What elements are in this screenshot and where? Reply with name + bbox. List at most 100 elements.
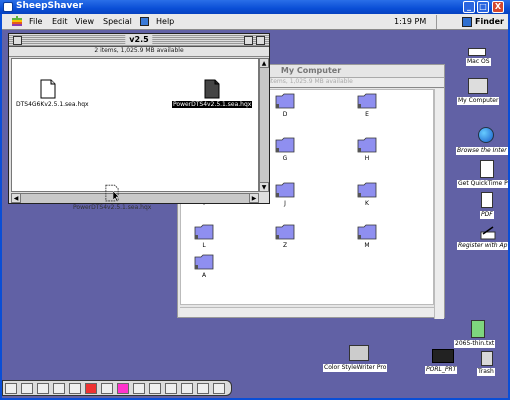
folder-icon xyxy=(357,224,377,240)
menu-edit[interactable]: Edit xyxy=(52,17,68,26)
strip-cd-icon[interactable] xyxy=(37,383,49,394)
document-icon-selected[interactable] xyxy=(204,79,220,99)
drive-folder-h[interactable]: H xyxy=(357,137,377,162)
my-computer-icon[interactable] xyxy=(468,78,488,94)
quicktime-icon[interactable] xyxy=(480,160,494,178)
folder-icon xyxy=(275,137,295,153)
help-icon xyxy=(140,17,149,26)
cursor-arrow-icon xyxy=(113,191,120,202)
drive-folder-k[interactable]: K xyxy=(357,182,377,207)
folder-icon xyxy=(275,182,295,198)
finder-icon xyxy=(462,17,472,27)
scroll-left-arrow[interactable]: ◀ xyxy=(11,193,21,203)
strip-monitor-bit-depth-icon[interactable] xyxy=(101,383,113,394)
strip-sound-icon[interactable] xyxy=(181,383,193,394)
readme-label[interactable]: 2065-thin.txt xyxy=(454,340,496,348)
control-strip[interactable] xyxy=(2,380,232,396)
pdf-label[interactable]: PDF xyxy=(480,211,494,219)
pdf-document-icon[interactable] xyxy=(481,192,493,208)
drive-label: K xyxy=(365,200,369,207)
printer-icon[interactable] xyxy=(349,345,369,361)
folder-icon xyxy=(357,137,377,153)
printer-2-label[interactable]: PORL_PRT xyxy=(425,366,458,374)
strip-toggle-icon[interactable] xyxy=(5,383,17,394)
menu-bar: File Edit View Special Help 1:19 PM Find… xyxy=(2,14,508,30)
strip-file-sharing-icon[interactable] xyxy=(53,383,65,394)
drive-label: M xyxy=(364,242,370,249)
v25-hscroll[interactable]: ◀ ▶ xyxy=(11,193,259,203)
strip-color-depth-icon[interactable] xyxy=(117,383,129,394)
close-button[interactable]: X xyxy=(492,1,504,13)
apple-menu-icon[interactable] xyxy=(12,16,22,27)
my-computer-hscroll[interactable] xyxy=(180,307,434,317)
v25-content: DTS4G6Kv2.5.1.sea.hqx PowerDTS4v2.5.1.se… xyxy=(11,58,259,192)
register-pen-icon[interactable] xyxy=(480,226,496,240)
scroll-down-arrow[interactable]: ▼ xyxy=(259,182,269,192)
drive-folder-g[interactable]: G xyxy=(275,137,295,162)
scroll-right-arrow[interactable]: ▶ xyxy=(249,193,259,203)
color-stylewriter-label[interactable]: Color StyleWriter Pro xyxy=(323,364,388,372)
strip-collapse-tab-icon[interactable] xyxy=(213,383,225,394)
strip-keyboard-icon[interactable] xyxy=(69,383,81,394)
v25-window[interactable]: v2.5 2 items, 1,025.9 MB available DTS4G… xyxy=(8,33,270,204)
menu-file[interactable]: File xyxy=(29,17,42,26)
drive-label: G xyxy=(282,155,288,162)
folder-icon xyxy=(357,182,377,198)
sheepshaver-app-icon xyxy=(3,2,13,12)
v25-zoom-box[interactable] xyxy=(244,36,253,45)
menubar-separator xyxy=(436,15,437,29)
scroll-up-arrow[interactable]: ▲ xyxy=(259,58,269,68)
drive-label: Z xyxy=(282,242,288,249)
my-computer-label[interactable]: My Computer xyxy=(457,97,500,105)
host-title-bar[interactable]: SheepShaver _ □ X xyxy=(0,0,510,14)
browse-internet-label[interactable]: Browse the Inter xyxy=(456,147,508,155)
drive-folder-e[interactable]: E xyxy=(357,93,377,118)
file-label[interactable]: DTS4G6Kv2.5.1.sea.hqx xyxy=(16,101,89,108)
trash-label[interactable]: Trash xyxy=(477,368,495,376)
menu-clock[interactable]: 1:19 PM xyxy=(394,17,426,26)
strip-speaker-volume-icon[interactable] xyxy=(165,383,177,394)
drive-folder-l[interactable]: L xyxy=(194,224,214,249)
document-icon[interactable] xyxy=(40,79,56,99)
v25-collapse-box[interactable] xyxy=(256,36,265,45)
folder-icon xyxy=(194,224,214,240)
strip-appletalk-icon[interactable] xyxy=(21,383,33,394)
drive-folder-j[interactable]: J xyxy=(275,182,295,207)
maximize-button[interactable]: □ xyxy=(477,1,489,13)
file-label-selected[interactable]: PowerDTS4v2.5.1.sea.hqx xyxy=(172,101,253,108)
minimize-button[interactable]: _ xyxy=(463,1,475,13)
dragged-file-label: PowerDTS4v2.5.1.sea.hqx xyxy=(73,204,152,211)
drive-label: H xyxy=(364,155,370,162)
v25-vscroll[interactable]: ▲ ▼ xyxy=(259,58,269,192)
register-label[interactable]: Register with Ap xyxy=(457,242,508,250)
drive-label: A xyxy=(201,272,207,279)
v25-close-box[interactable] xyxy=(13,36,22,45)
folder-icon xyxy=(275,224,295,240)
menu-help[interactable]: Help xyxy=(156,17,174,26)
trash-icon[interactable] xyxy=(481,351,493,366)
network-printer-icon[interactable] xyxy=(432,349,454,363)
mac-os-disk-icon[interactable] xyxy=(468,48,486,56)
drive-folder-m[interactable]: M xyxy=(357,224,377,249)
my-computer-window-title: My Computer xyxy=(276,66,346,75)
strip-monitor-resolution-icon[interactable] xyxy=(149,383,161,394)
drive-folder-a[interactable]: A xyxy=(194,254,214,279)
folder-icon xyxy=(194,254,214,270)
menu-special[interactable]: Special xyxy=(103,17,132,26)
internet-globe-icon[interactable] xyxy=(478,127,494,143)
text-file-icon[interactable] xyxy=(471,320,485,338)
drive-label: E xyxy=(365,111,369,118)
my-computer-vscroll[interactable] xyxy=(434,89,444,319)
v25-window-title: v2.5 xyxy=(125,35,153,44)
drive-folder-d[interactable]: D xyxy=(275,93,295,118)
menu-application[interactable]: Finder xyxy=(475,17,504,26)
strip-printer-icon[interactable] xyxy=(133,383,145,394)
menu-view[interactable]: View xyxy=(75,17,94,26)
v25-title-bar[interactable]: v2.5 xyxy=(9,34,269,47)
strip-location-icon[interactable] xyxy=(85,383,97,394)
strip-web-sharing-icon[interactable] xyxy=(197,383,209,394)
quicktime-label[interactable]: Get QuickTime P xyxy=(457,180,508,188)
mac-desktop[interactable]: File Edit View Special Help 1:19 PM Find… xyxy=(2,14,508,398)
mac-os-label[interactable]: Mac OS xyxy=(466,58,491,66)
drive-folder-z[interactable]: Z xyxy=(275,224,295,249)
